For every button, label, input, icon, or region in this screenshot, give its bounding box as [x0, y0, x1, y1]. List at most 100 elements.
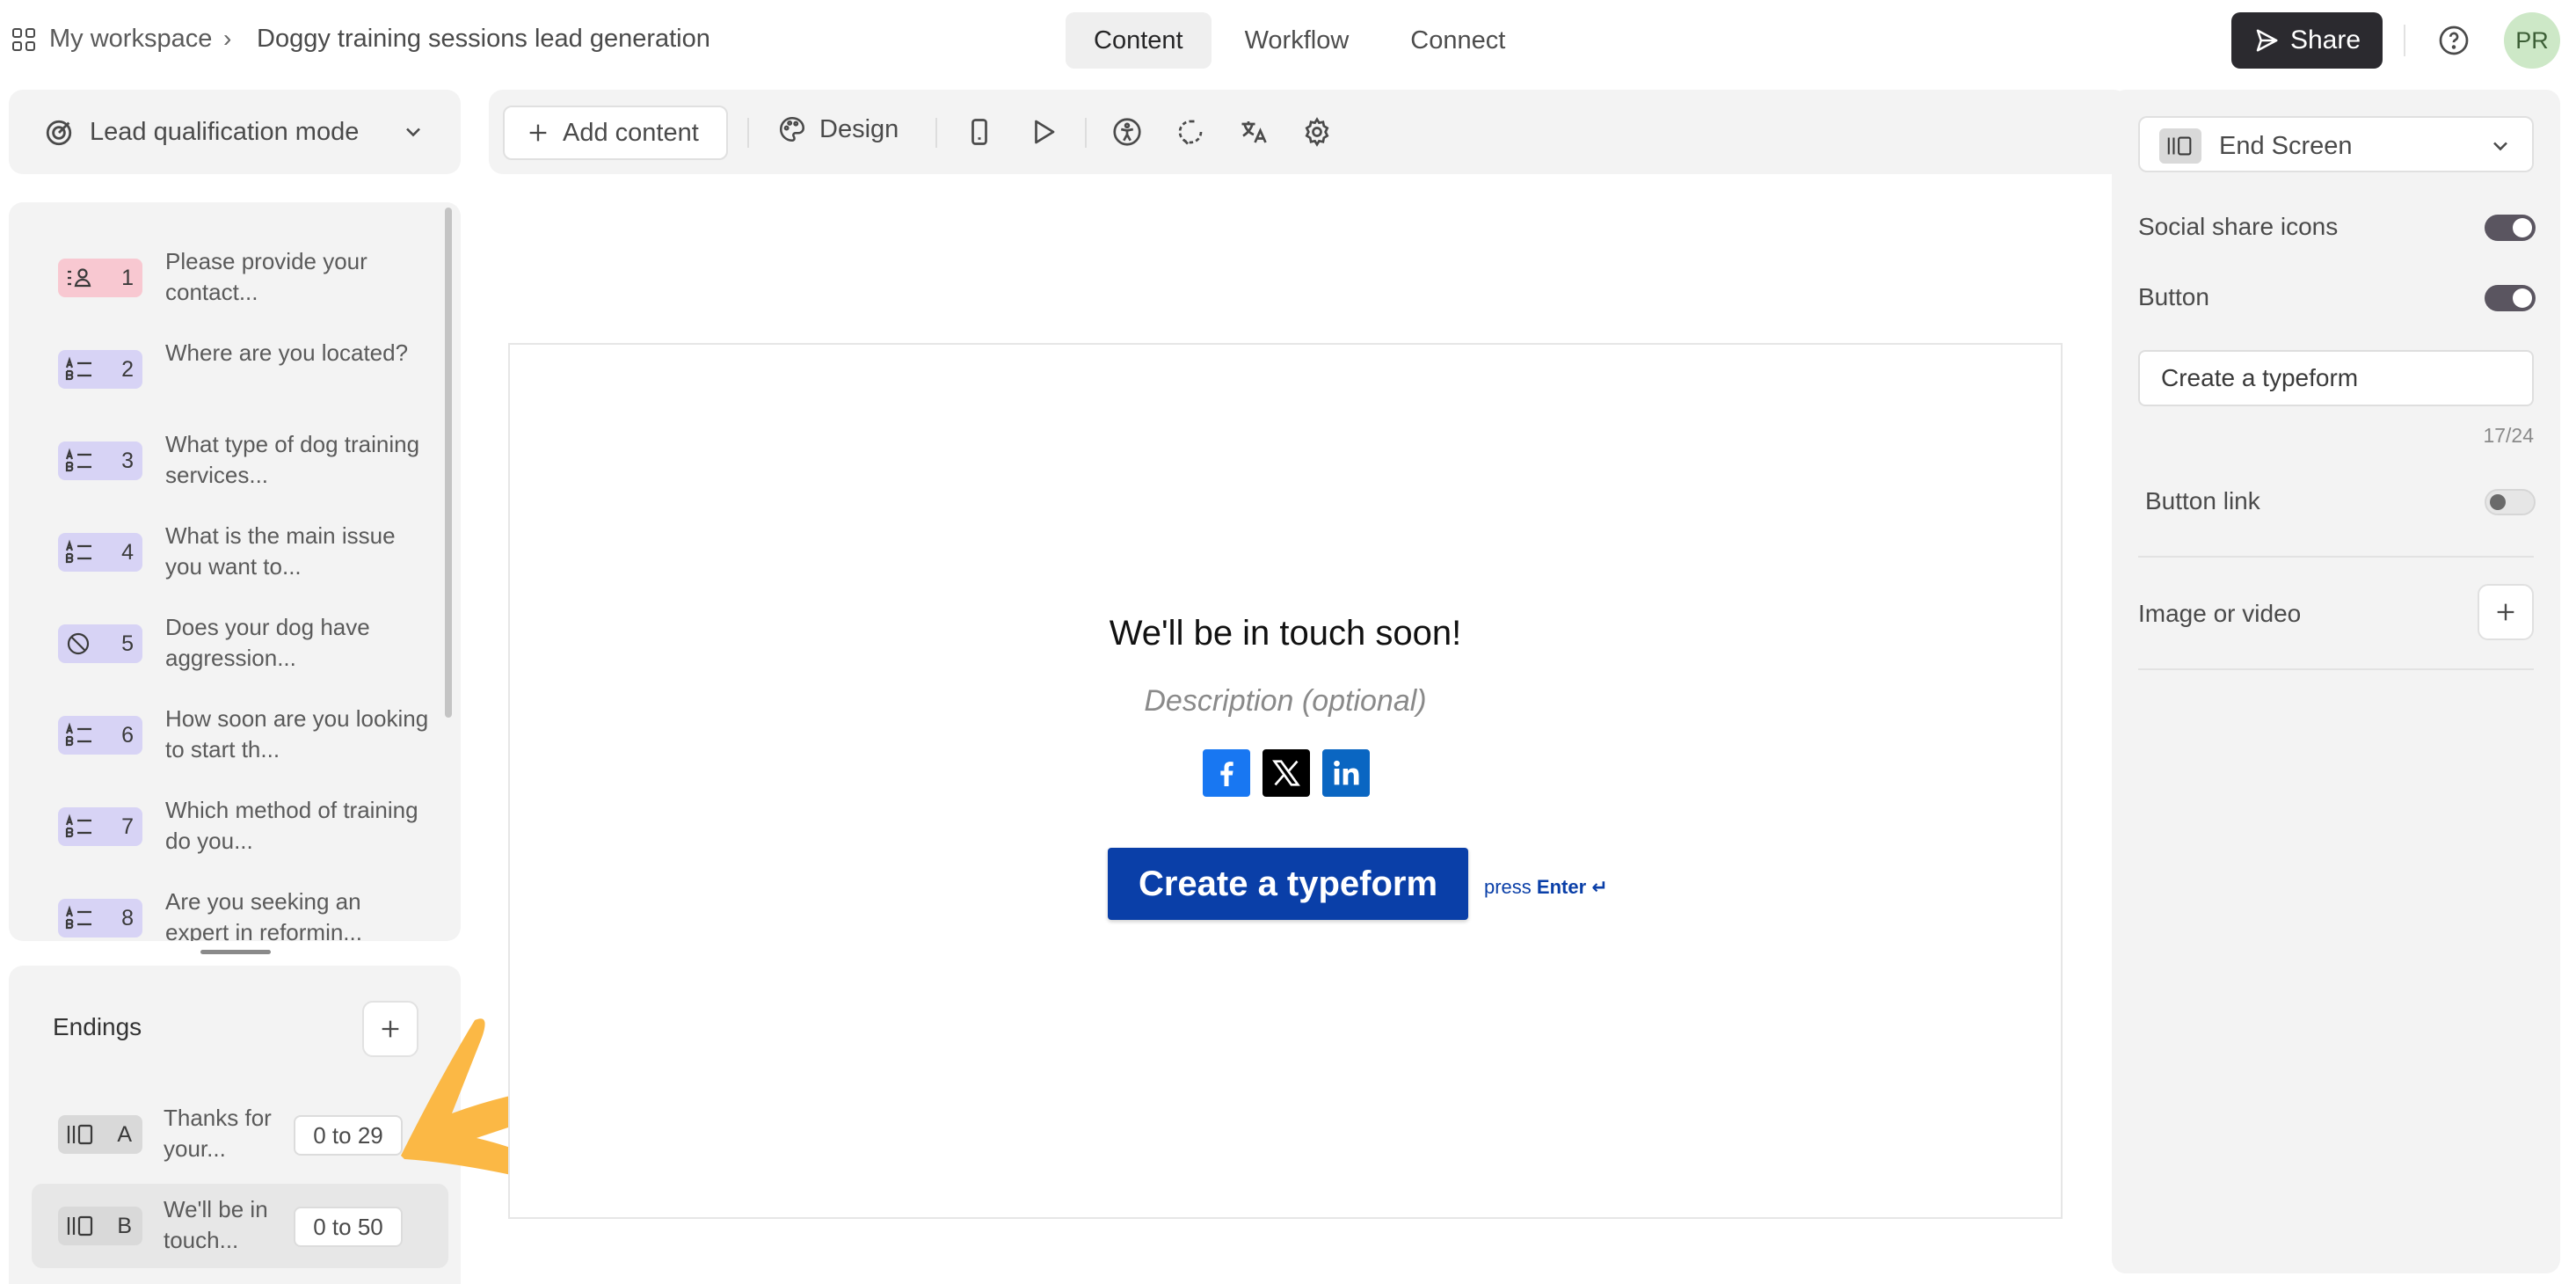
help-icon[interactable] — [2438, 25, 2470, 56]
ending-item[interactable]: B We'll be in touch... 0 to 50 — [32, 1184, 448, 1268]
chevron-down-icon — [406, 128, 420, 137]
toolbar-divider — [935, 118, 937, 148]
image-video-label: Image or video — [2138, 600, 2302, 627]
end-screen-description[interactable]: Description (optional) — [510, 684, 2061, 719]
multiple-choice-icon — [65, 448, 91, 472]
question-item[interactable]: 2 Where are you located? — [58, 324, 427, 415]
question-text: Are you seeking an expert in reformin... — [165, 888, 362, 941]
settings-gear-icon[interactable] — [1301, 116, 1333, 148]
ending-badge: A — [58, 1115, 142, 1154]
question-number: 6 — [121, 723, 134, 748]
send-icon — [2256, 29, 2278, 52]
press-enter-hint: press Enter ↵ — [1484, 876, 1608, 899]
ending-letter: B — [117, 1214, 132, 1238]
translate-icon[interactable] — [1238, 116, 1270, 148]
resize-handle[interactable] — [200, 950, 271, 954]
design-button[interactable]: Design — [777, 114, 899, 144]
facebook-icon[interactable] — [1203, 749, 1250, 797]
question-item[interactable]: 5 Does your dog have aggression... — [58, 598, 427, 689]
multiple-choice-icon — [65, 356, 91, 381]
question-number: 7 — [121, 814, 134, 839]
design-label: Design — [819, 114, 899, 143]
share-label: Share — [2289, 26, 2361, 55]
question-item[interactable]: 1 Please provide your contact... — [58, 232, 427, 324]
logic-icon[interactable] — [1175, 116, 1206, 148]
share-button[interactable]: Share — [2231, 12, 2383, 69]
main-nav-tabs: Content Workflow Connect — [1066, 12, 1533, 69]
add-content-label: Add content — [563, 118, 699, 147]
question-text: Please provide your contact... — [165, 248, 367, 305]
lead-mode-selector[interactable]: Lead qualification mode — [9, 90, 461, 174]
endings-title: Endings — [53, 1013, 142, 1040]
question-badge: 4 — [58, 533, 142, 572]
question-number: 3 — [121, 449, 134, 473]
screen-type-label: End Screen — [2219, 132, 2353, 160]
question-badge: 2 — [58, 350, 142, 389]
lead-mode-label: Lead qualification mode — [90, 118, 360, 146]
question-text: How soon are you looking to start th... — [165, 705, 429, 762]
question-list[interactable]: 1 Please provide your contact... 2 Where… — [9, 202, 461, 941]
button-toggle[interactable] — [2485, 285, 2536, 311]
top-bar: My workspace › Doggy training sessions l… — [0, 0, 2576, 81]
question-number: 1 — [121, 266, 134, 290]
question-item[interactable]: 8 Are you seeking an expert in reformin.… — [58, 872, 427, 941]
question-badge: 7 — [58, 807, 142, 846]
button-link-label: Button link — [2145, 487, 2260, 514]
question-list-scrollbar[interactable] — [445, 208, 452, 718]
contact-icon — [68, 268, 91, 288]
question-number: 4 — [121, 540, 134, 565]
question-badge: 8 — [58, 899, 142, 937]
tab-connect[interactable]: Connect — [1382, 12, 1533, 69]
button-link-toggle[interactable] — [2485, 489, 2536, 515]
tab-content[interactable]: Content — [1066, 12, 1212, 69]
tab-workflow[interactable]: Workflow — [1217, 12, 1378, 69]
breadcrumb-form-title[interactable]: Doggy training sessions lead generation — [257, 25, 710, 54]
add-image-button[interactable] — [2478, 584, 2534, 640]
x-twitter-icon[interactable] — [1263, 749, 1310, 797]
form-preview-canvas[interactable]: We'll be in touch soon! Description (opt… — [508, 343, 2063, 1219]
social-share-icons — [1203, 749, 1370, 797]
linkedin-icon[interactable] — [1322, 749, 1370, 797]
enter-key-label: Enter ↵ — [1536, 876, 1608, 898]
create-typeform-button[interactable]: Create a typeform — [1108, 848, 1468, 920]
question-text: Which method of training do you... — [165, 797, 418, 854]
question-text: What type of dog training services... — [165, 431, 420, 488]
workspace-grid-icon[interactable] — [12, 28, 35, 51]
palette-icon — [779, 116, 805, 142]
section-divider — [2138, 556, 2534, 558]
section-divider — [2138, 668, 2534, 670]
end-screen-heading[interactable]: We'll be in touch soon! — [510, 614, 2061, 653]
question-item[interactable]: 7 Which method of training do you... — [58, 781, 427, 872]
ending-score-range[interactable]: 0 to 50 — [294, 1207, 403, 1247]
social-share-label: Social share icons — [2138, 213, 2339, 240]
lead-mode-icon — [46, 120, 72, 146]
accessibility-icon[interactable] — [1111, 116, 1143, 148]
ending-badge: B — [58, 1207, 142, 1245]
add-content-button[interactable]: Add content — [503, 106, 728, 160]
question-number: 8 — [121, 906, 134, 930]
chevron-down-icon — [2493, 142, 2507, 151]
multiple-choice-icon — [65, 813, 91, 838]
header-divider — [2404, 25, 2405, 56]
question-badge: 1 — [58, 259, 142, 297]
screen-type-select[interactable]: End Screen — [2138, 116, 2534, 172]
question-text: Does your dog have aggression... — [165, 614, 370, 671]
breadcrumb-workspace[interactable]: My workspace — [49, 25, 212, 54]
multiple-choice-icon — [65, 539, 91, 564]
question-item[interactable]: 6 How soon are you looking to start th..… — [58, 689, 429, 781]
ending-item[interactable]: A Thanks for your... 0 to 29 — [32, 1092, 448, 1177]
question-number: 5 — [121, 631, 134, 656]
avatar[interactable]: PR — [2504, 12, 2560, 69]
play-preview-icon[interactable] — [1027, 116, 1059, 148]
button-text-input[interactable]: Create a typeform — [2138, 350, 2534, 406]
press-label: press — [1484, 876, 1532, 898]
character-count: 17/24 — [2483, 424, 2534, 447]
social-share-toggle[interactable] — [2485, 215, 2536, 241]
toolbar-divider — [747, 118, 749, 148]
question-badge: 5 — [58, 624, 142, 663]
question-number: 2 — [121, 357, 134, 382]
question-item[interactable]: 4 What is the main issue you want to... — [58, 507, 427, 598]
mobile-preview-icon[interactable] — [964, 116, 995, 148]
toolbar-divider — [1085, 118, 1087, 148]
question-item[interactable]: 3 What type of dog training services... — [58, 415, 427, 507]
